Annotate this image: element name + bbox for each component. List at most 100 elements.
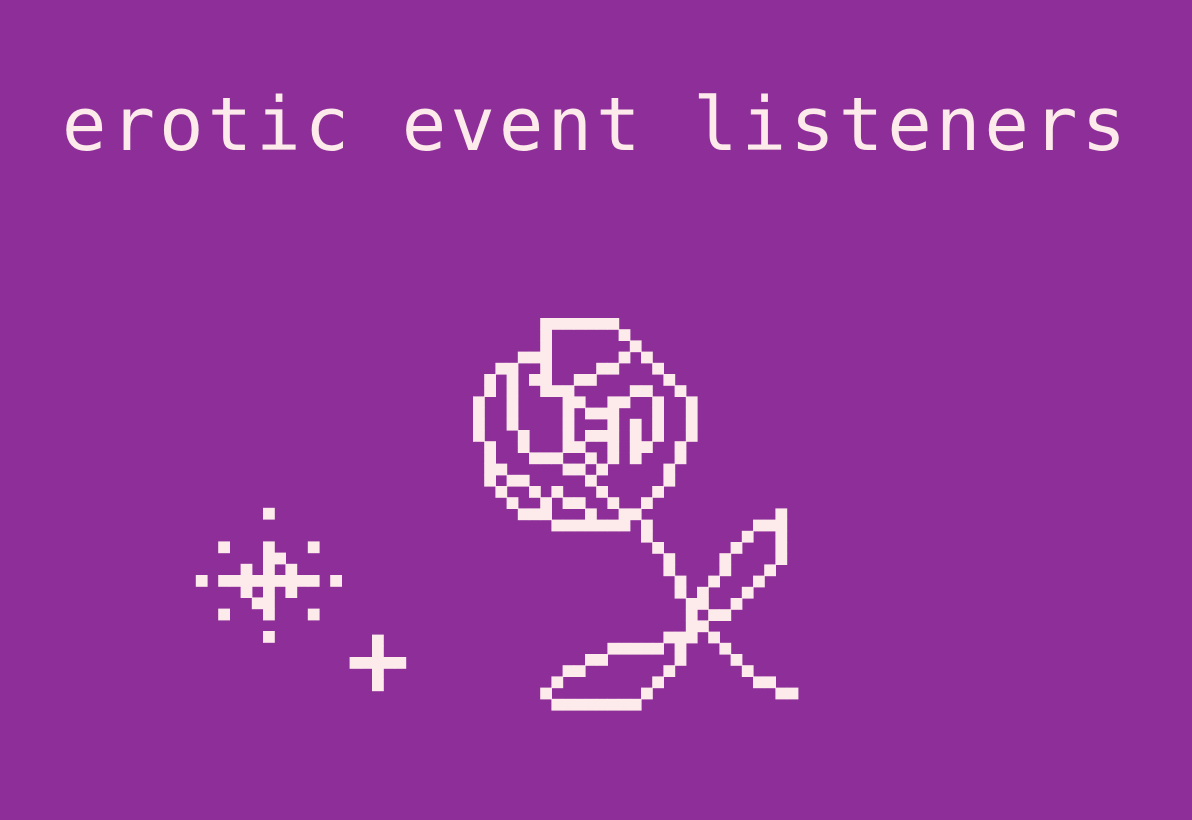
pixel	[641, 385, 653, 397]
pixel	[629, 340, 642, 353]
pixel	[263, 608, 275, 621]
pixel	[540, 452, 552, 465]
pixel	[685, 407, 698, 420]
pixel	[585, 474, 597, 487]
pixel	[540, 385, 552, 397]
pixel	[697, 598, 709, 610]
pixel	[607, 519, 620, 532]
pixel	[540, 329, 552, 341]
sparkle-small-icon	[349, 634, 407, 692]
pixel	[506, 374, 519, 386]
pixel	[540, 508, 552, 521]
pixel	[585, 430, 597, 442]
title-card: erotic event listeners	[0, 0, 1192, 820]
pixel	[562, 385, 575, 397]
pixel	[540, 687, 552, 700]
pixel	[607, 642, 620, 655]
pixel	[573, 519, 586, 532]
pixel	[573, 698, 586, 711]
pixel	[775, 687, 788, 700]
pixel	[263, 631, 275, 643]
pixel	[529, 508, 541, 521]
pixel	[517, 474, 530, 487]
pixel	[484, 385, 496, 397]
pixel	[585, 374, 597, 386]
pixel	[596, 430, 608, 442]
pixel	[719, 553, 732, 565]
pixel	[529, 486, 541, 498]
pixel	[263, 586, 275, 598]
pixel	[641, 519, 653, 532]
pixel	[585, 452, 597, 465]
pixel	[506, 362, 519, 375]
pixel	[719, 564, 732, 577]
pixel	[674, 385, 687, 397]
pixel	[551, 385, 564, 397]
pixel	[506, 396, 519, 409]
pixel	[697, 586, 709, 599]
pixel	[562, 318, 575, 330]
pixel	[596, 698, 608, 711]
pixel	[663, 474, 676, 487]
pixel	[573, 318, 586, 330]
pixel	[372, 679, 384, 692]
pixel	[307, 575, 320, 587]
pixel	[484, 441, 496, 453]
pixel	[495, 463, 508, 476]
pixel	[218, 541, 230, 554]
pixel	[540, 374, 552, 386]
pixel	[596, 519, 608, 532]
pixel	[786, 687, 799, 700]
pixel	[529, 351, 541, 364]
pixel	[674, 654, 687, 666]
pixel	[562, 497, 575, 509]
pixel	[551, 486, 564, 498]
pixel	[540, 362, 552, 375]
pixel	[506, 385, 519, 397]
pixel	[285, 586, 298, 598]
pixel	[652, 642, 664, 655]
pixel	[529, 374, 541, 386]
pixel	[764, 519, 776, 532]
pixel	[641, 441, 653, 453]
pixel	[629, 698, 642, 711]
pixel	[484, 474, 496, 487]
pixel	[372, 668, 384, 680]
pixel	[296, 575, 309, 587]
pixel	[285, 575, 298, 587]
pixel	[685, 631, 698, 644]
pixel	[506, 474, 519, 487]
pixel	[562, 430, 575, 442]
pixel	[229, 575, 242, 587]
pixel	[596, 318, 608, 330]
pixel	[495, 486, 508, 498]
pixel	[251, 575, 264, 587]
pixel	[708, 631, 720, 644]
pixel	[641, 642, 653, 655]
rose-icon	[473, 318, 799, 711]
pixel	[263, 563, 275, 576]
pixel	[674, 575, 687, 588]
pixel	[372, 645, 384, 658]
pixel	[618, 642, 631, 655]
pixel	[764, 676, 776, 689]
pixel	[641, 530, 653, 543]
pixel	[218, 575, 230, 587]
pixel	[775, 519, 788, 532]
pixel	[607, 698, 620, 711]
pixel	[663, 374, 676, 386]
pixel	[674, 452, 687, 465]
pixel	[263, 552, 275, 565]
pixel	[663, 665, 676, 677]
pixel	[551, 318, 564, 330]
pixel	[719, 642, 732, 655]
pixel	[573, 665, 586, 677]
pixel	[641, 497, 653, 509]
pixel	[629, 508, 642, 521]
pixel	[618, 396, 631, 409]
pixel	[775, 508, 788, 521]
pixel	[274, 575, 286, 587]
pixel	[484, 452, 496, 465]
sparkle-large-icon	[195, 507, 342, 643]
pixel	[517, 508, 530, 521]
